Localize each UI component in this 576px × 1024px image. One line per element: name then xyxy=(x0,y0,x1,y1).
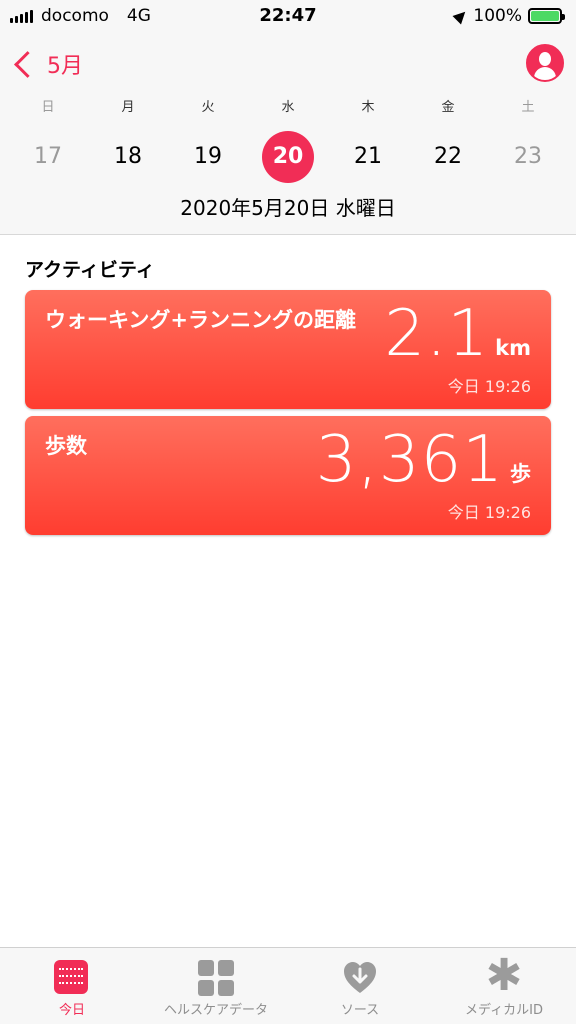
card-value: 2.1 xyxy=(384,297,490,371)
date-cell[interactable]: 18 xyxy=(88,131,168,183)
card-unit: km xyxy=(495,336,531,360)
day-of-week-row: 日 月 火 水 木 金 土 xyxy=(8,96,568,115)
dow-tue: 火 xyxy=(201,100,215,115)
grid-icon xyxy=(198,960,234,996)
tab-bar: 今日 ヘルスケアデータ ソース ✱ メディカルID xyxy=(0,947,576,1024)
date-row: 17 18 19 20 21 22 23 xyxy=(8,131,568,183)
date-cell[interactable]: 17 xyxy=(8,131,88,183)
date-cell[interactable]: 23 xyxy=(488,131,568,183)
status-bar: docomo 4G 22:47 100% xyxy=(0,0,576,32)
tab-label: ヘルスケアデータ xyxy=(163,1003,268,1018)
week-strip: 日 月 火 水 木 金 土 17 18 19 20 21 22 23 xyxy=(8,96,568,183)
card-title: ウォーキング+ランニングの距離 xyxy=(45,308,356,332)
location-icon xyxy=(452,7,470,25)
distance-card[interactable]: ウォーキング+ランニングの距離 2.1 km 今日 19:26 xyxy=(25,290,551,409)
calendar-icon xyxy=(54,960,88,994)
card-timestamp: 今日 19:26 xyxy=(447,503,531,522)
tab-medical-id[interactable]: ✱ メディカルID xyxy=(432,948,576,1024)
date-cell[interactable]: 22 xyxy=(408,131,488,183)
heart-download-icon xyxy=(344,962,376,993)
dow-sun: 日 xyxy=(41,100,55,115)
steps-card[interactable]: 歩数 3,361 歩 今日 19:26 xyxy=(25,416,551,535)
tab-label: メディカルID xyxy=(465,1003,543,1018)
card-value: 3,361 xyxy=(315,423,504,497)
date-cell[interactable]: 21 xyxy=(328,131,408,183)
date-cell[interactable]: 19 xyxy=(168,131,248,183)
tab-today[interactable]: 今日 xyxy=(0,948,144,1024)
back-button[interactable]: 5月 xyxy=(12,48,83,80)
card-unit: 歩 xyxy=(510,462,531,486)
tab-label: ソース xyxy=(340,1003,380,1018)
dow-fri: 金 xyxy=(441,100,455,115)
chevron-left-icon xyxy=(14,50,41,78)
dow-sat: 土 xyxy=(521,100,535,115)
dow-mon: 月 xyxy=(121,100,135,115)
dow-wed: 水 xyxy=(281,100,295,115)
section-title: アクティビティ xyxy=(25,259,155,281)
battery-percent: 100% xyxy=(473,6,522,26)
tab-health-data[interactable]: ヘルスケアデータ xyxy=(144,948,288,1024)
battery-icon xyxy=(528,8,565,24)
dow-thu: 木 xyxy=(361,100,375,115)
date-cell-selected[interactable]: 20 xyxy=(248,131,328,183)
header-area: docomo 4G 22:47 100% 5月 日 月 火 水 木 金 土 17 xyxy=(0,0,576,235)
profile-button[interactable] xyxy=(526,44,564,82)
profile-icon xyxy=(539,52,551,66)
back-label: 5月 xyxy=(47,54,83,79)
selected-date-label: 2020年5月20日 水曜日 xyxy=(180,196,396,220)
tab-label: 今日 xyxy=(58,1003,85,1018)
asterisk-icon: ✱ xyxy=(485,950,523,1001)
tab-sources[interactable]: ソース xyxy=(288,948,432,1024)
card-timestamp: 今日 19:26 xyxy=(447,377,531,396)
